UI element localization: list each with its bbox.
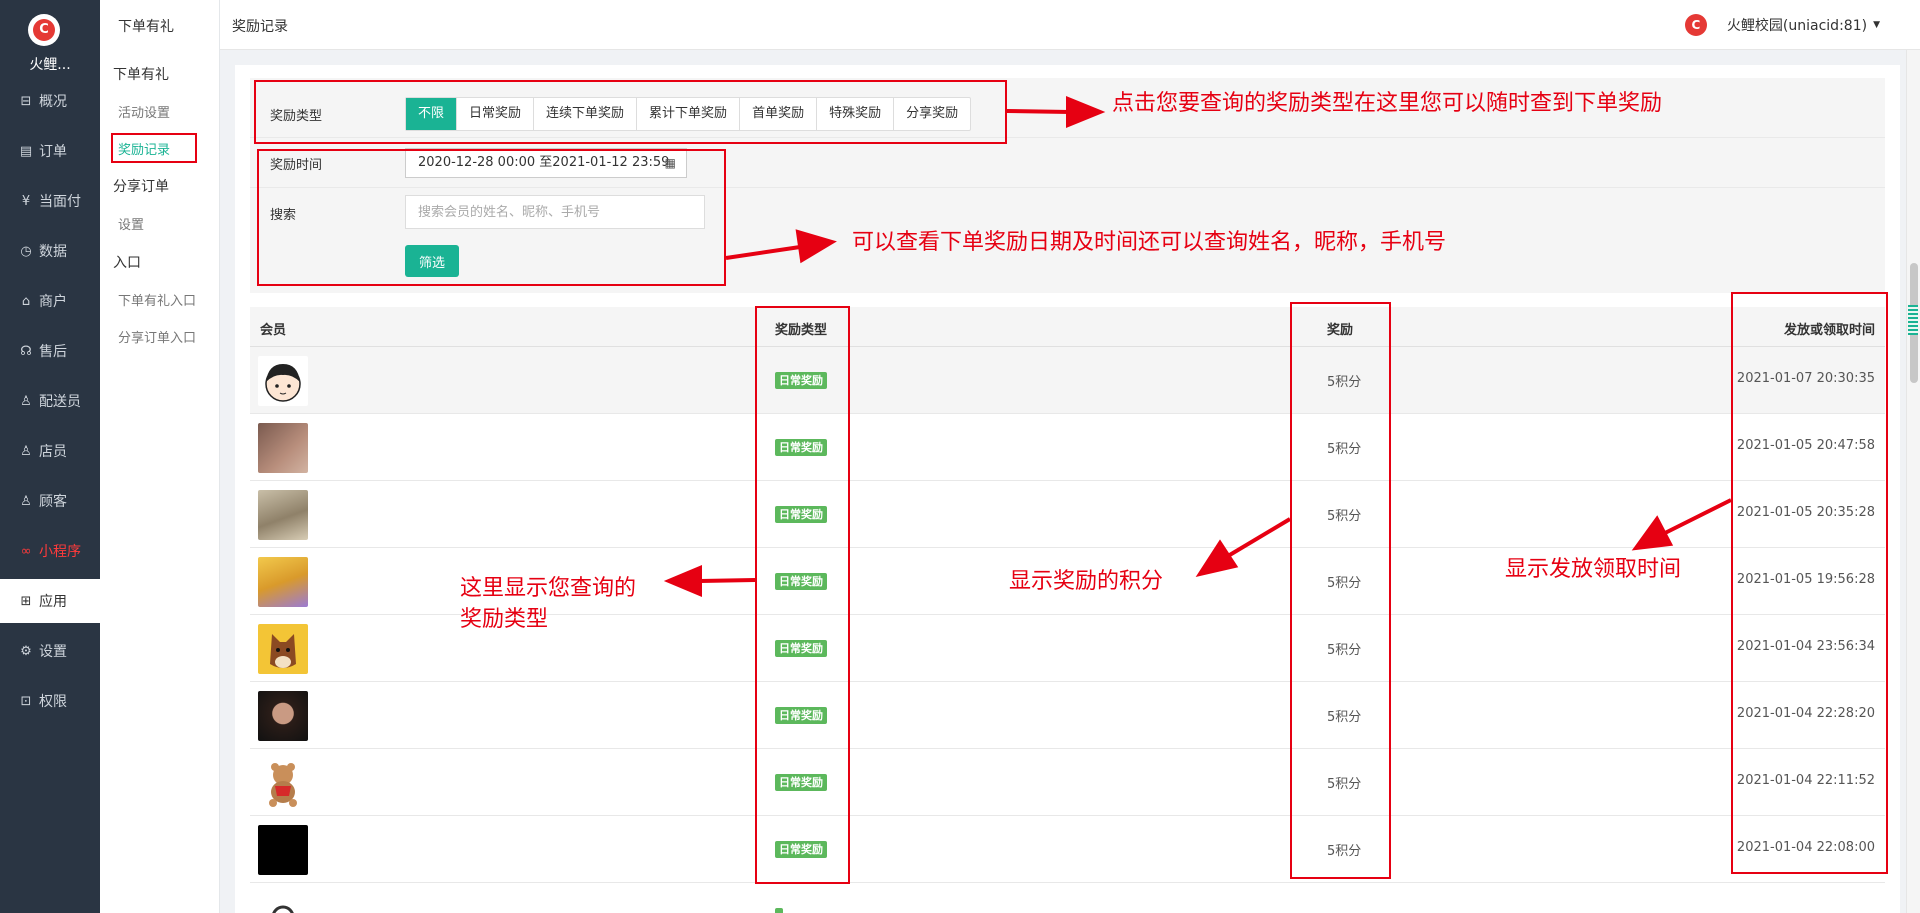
time-column-note: 显示发放领取时间 <box>1505 557 1682 582</box>
arrow-line <box>725 245 801 260</box>
arrow-head <box>1195 539 1239 578</box>
arrow-line <box>1664 498 1732 535</box>
arrow-line <box>1006 109 1071 114</box>
arrow-head <box>795 229 837 264</box>
arrow-head <box>663 564 702 598</box>
time-search-note: 可以查看下单奖励日期及时间还可以查询姓名，昵称，手机号 <box>852 230 1447 255</box>
type-column-note-line1: 这里显示您查询的 <box>460 576 637 601</box>
reward-column-note: 显示奖励的积分 <box>1009 569 1164 594</box>
arrow-line <box>699 578 756 583</box>
type-selector-note: 点击您要查询的奖励类型在这里您可以随时查到下单奖励 <box>1112 91 1663 116</box>
arrow-line <box>1226 517 1292 558</box>
type-column-note-line2: 奖励类型 <box>460 607 549 632</box>
arrow-head <box>1066 96 1106 128</box>
arrow-head <box>1631 515 1674 551</box>
annotation-arrows <box>663 96 1732 598</box>
